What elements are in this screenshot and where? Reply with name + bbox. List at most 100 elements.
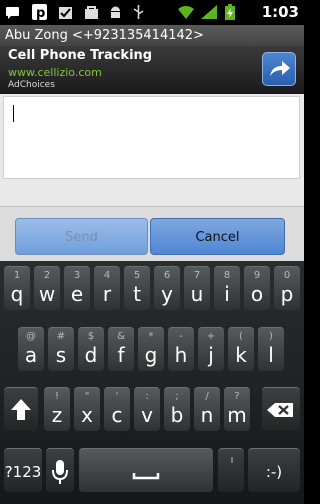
- key-a[interactable]: @ a: [18, 327, 44, 371]
- delete-key[interactable]: [262, 387, 300, 431]
- key-alt: 7: [193, 270, 201, 281]
- ad-url[interactable]: www.cellizio.com: [8, 66, 102, 79]
- space-key[interactable]: [79, 448, 213, 492]
- key-alt: 3: [73, 270, 81, 281]
- ad-banner[interactable]: Cell Phone Tracking www.cellizio.com AdC…: [0, 46, 304, 94]
- key-t[interactable]: 5t: [124, 266, 150, 310]
- key-e[interactable]: 3e: [64, 266, 90, 310]
- key-char: c: [111, 403, 123, 427]
- bag-icon: [85, 6, 98, 19]
- key-char: f: [117, 343, 125, 367]
- check-icon: [59, 7, 72, 19]
- key-x[interactable]: " x: [74, 387, 100, 431]
- key-p[interactable]: 0p: [274, 266, 300, 310]
- key-i[interactable]: 8i: [214, 266, 240, 310]
- key-f[interactable]: & f: [108, 327, 134, 371]
- key-char: m: [227, 403, 247, 427]
- key-c[interactable]: ' c: [104, 387, 130, 431]
- symbols-key-label: ?123: [4, 463, 42, 481]
- key-alt: 9: [253, 270, 261, 281]
- smiley-key[interactable]: :-): [248, 448, 300, 492]
- text-cursor: [13, 105, 14, 122]
- key-o[interactable]: 9o: [244, 266, 270, 310]
- key-m[interactable]: ? m: [224, 387, 250, 431]
- key-alt: &: [117, 331, 125, 342]
- key-alt: 8: [223, 270, 231, 281]
- key-s[interactable]: # s: [48, 327, 74, 371]
- key-char: v: [141, 403, 153, 427]
- key-b[interactable]: ; b: [164, 387, 190, 431]
- key-j[interactable]: + j: [198, 327, 224, 371]
- ad-open-button[interactable]: [262, 52, 296, 86]
- key-d[interactable]: $ d: [78, 327, 104, 371]
- voice-input-key[interactable]: [46, 448, 74, 492]
- message-input[interactable]: [3, 96, 300, 179]
- key-alt: #: [56, 331, 66, 342]
- symbols-key[interactable]: ?123: [4, 448, 42, 492]
- key-alt: @: [26, 331, 36, 342]
- key-l[interactable]: ) l: [258, 327, 284, 371]
- key-alt: 2: [43, 270, 51, 281]
- key-alt: 1: [13, 270, 21, 281]
- key-char: l: [268, 343, 274, 367]
- key-alt: +: [206, 331, 216, 342]
- key-char: n: [200, 403, 214, 427]
- key-z[interactable]: ! z: [44, 387, 70, 431]
- key-alt: -: [179, 331, 183, 342]
- key-alt: ;: [175, 391, 179, 402]
- key-h[interactable]: -h: [168, 327, 194, 371]
- key-alt: ": [84, 391, 90, 402]
- key-char: h: [174, 343, 188, 367]
- key-char: y: [161, 282, 173, 306]
- key-g[interactable]: * g: [138, 327, 164, 371]
- conversation-title: Abu Zong <+923135414142>: [0, 25, 304, 46]
- signal-icon: [201, 5, 217, 19]
- svg-text:p: p: [36, 6, 45, 20]
- key-alt: 4: [103, 270, 111, 281]
- cancel-button[interactable]: Cancel: [150, 218, 285, 255]
- ad-choices-label[interactable]: AdChoices: [8, 80, 55, 90]
- compose-area: [0, 94, 304, 206]
- soft-keyboard: 1q 2w 3e 4r 5t 6y 7u 8i 9o 0p @ a # s $ d &…: [0, 261, 304, 504]
- key-v[interactable]: :v: [134, 387, 160, 431]
- key-char: a: [24, 343, 38, 367]
- key-char: k: [235, 343, 247, 367]
- key-alt: 5: [133, 270, 141, 281]
- key-alt: $: [87, 331, 95, 342]
- key-alt: (: [239, 331, 243, 342]
- key-alt: 6: [163, 270, 171, 281]
- key-w[interactable]: 2w: [34, 266, 60, 310]
- key-y[interactable]: 6y: [154, 266, 180, 310]
- key-char: z: [51, 403, 63, 427]
- backspace-icon: [267, 403, 293, 417]
- key-alt: /: [205, 391, 209, 402]
- key-alt: ): [269, 331, 273, 342]
- key-alt: *: [148, 331, 154, 342]
- ad-title[interactable]: Cell Phone Tracking: [8, 48, 152, 63]
- key-alt: ?: [234, 391, 240, 402]
- comma-key[interactable]: [218, 448, 244, 492]
- key-alt: 0: [283, 270, 291, 281]
- key-char: r: [102, 282, 112, 306]
- status-bar: p 1:03: [0, 0, 304, 25]
- key-alt: :: [145, 391, 149, 402]
- shift-key[interactable]: [4, 387, 38, 431]
- key-q[interactable]: 1q: [4, 266, 30, 310]
- key-u[interactable]: 7u: [184, 266, 210, 310]
- key-char: d: [84, 343, 98, 367]
- key-n[interactable]: / n: [194, 387, 220, 431]
- key-char: b: [170, 403, 184, 427]
- p-icon: p: [32, 4, 47, 20]
- sms-icon: [6, 7, 19, 19]
- send-button[interactable]: Send: [15, 218, 148, 255]
- key-char: u: [190, 282, 204, 306]
- key-char: s: [55, 343, 67, 367]
- android-icon: [111, 6, 120, 18]
- key-k[interactable]: (k: [228, 327, 254, 371]
- key-char: x: [81, 403, 93, 427]
- key-char: e: [70, 282, 84, 306]
- key-alt: !: [54, 391, 59, 402]
- key-char: p: [280, 282, 294, 306]
- key-r[interactable]: 4r: [94, 266, 120, 310]
- space-bar-icon: [132, 473, 160, 480]
